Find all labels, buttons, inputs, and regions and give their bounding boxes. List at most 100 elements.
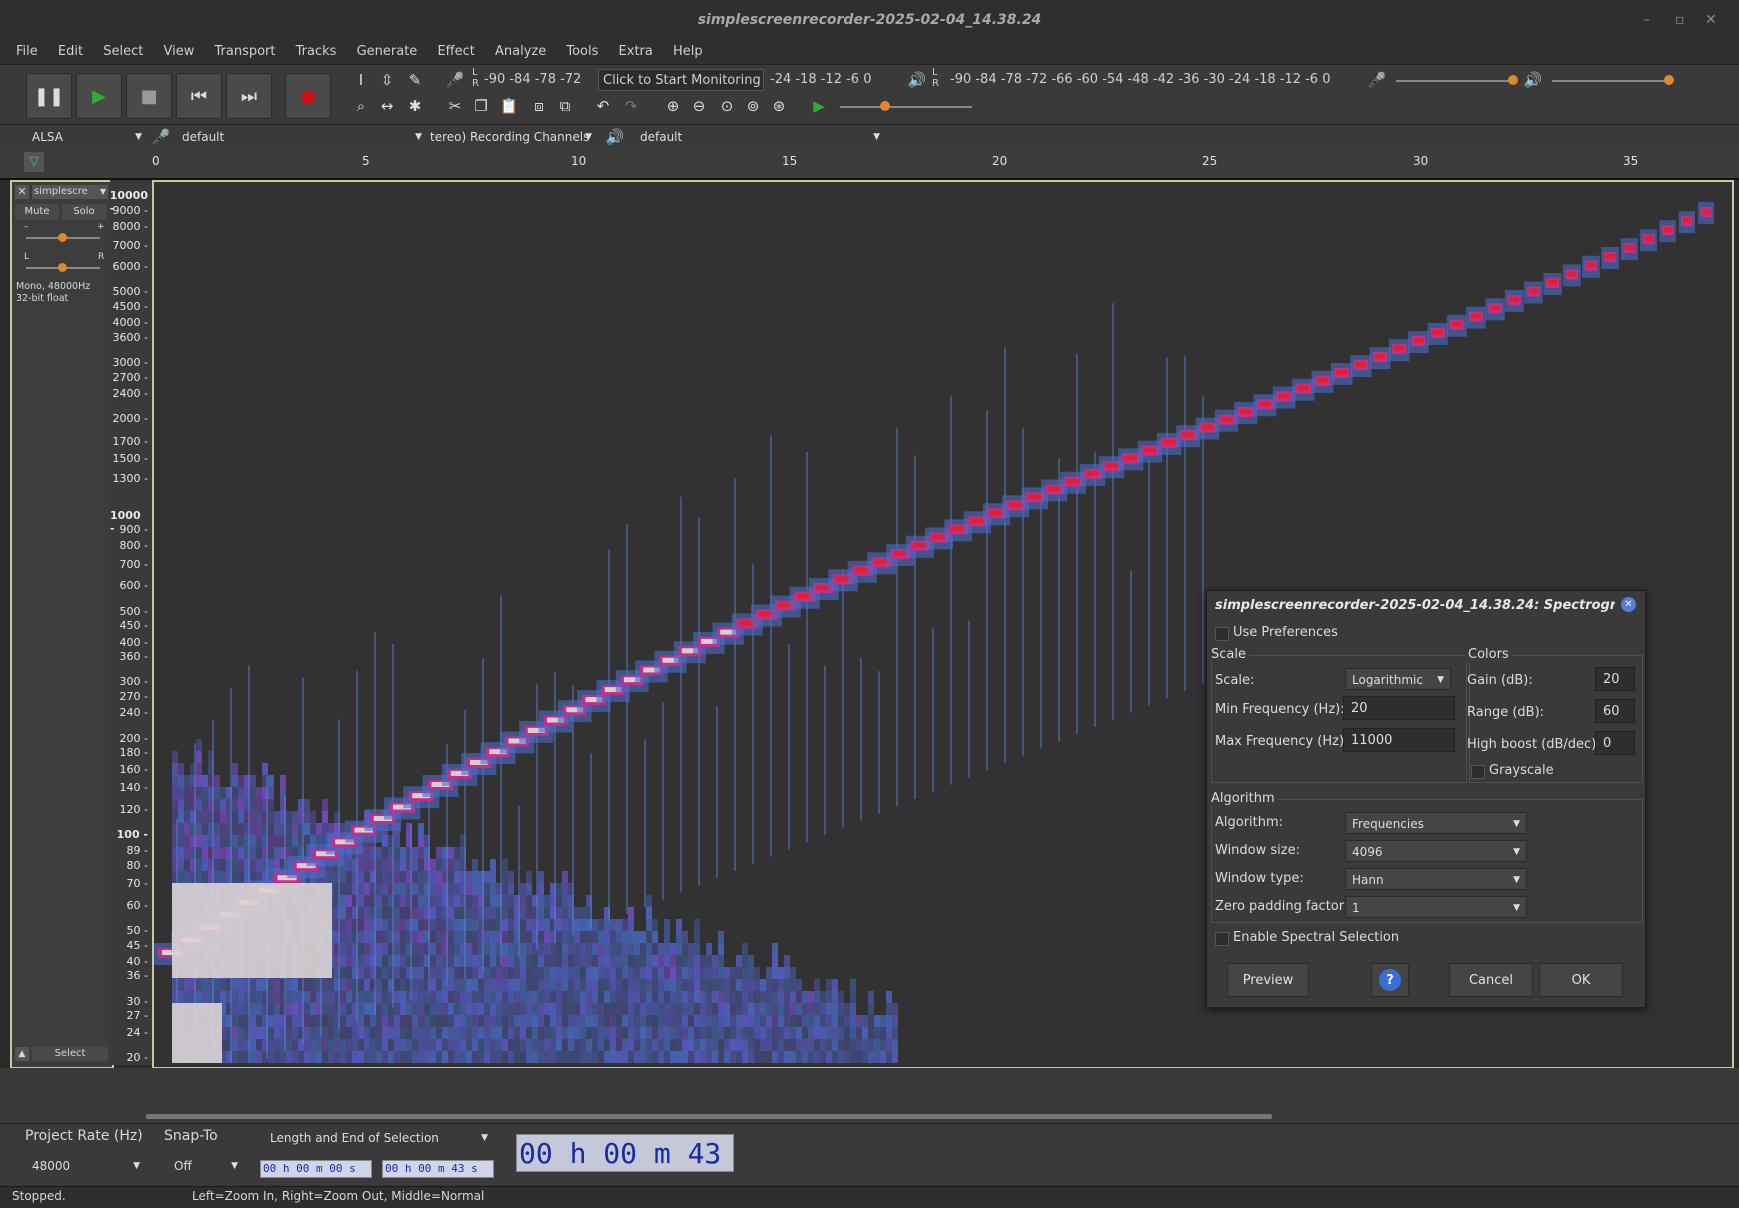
help-button[interactable]: ? bbox=[1371, 963, 1409, 997]
menu-select[interactable]: Select bbox=[103, 40, 143, 64]
record-volume-slider[interactable] bbox=[1396, 80, 1514, 82]
pause-button[interactable]: ❚❚ bbox=[26, 73, 72, 119]
frequency-tick: 9000 - bbox=[112, 203, 148, 217]
menu-generate[interactable]: Generate bbox=[357, 40, 418, 64]
track-menu-button[interactable]: simplescre ▼ bbox=[32, 185, 108, 199]
timeshift-tool-icon[interactable]: ↔ bbox=[376, 95, 398, 117]
timeline-ruler[interactable]: ▽ 0 5 10 15 20 25 30 35 bbox=[0, 148, 1739, 180]
play-button[interactable]: ▶ bbox=[76, 73, 122, 119]
frequency-tick: 140 - bbox=[119, 781, 148, 795]
menu-effect[interactable]: Effect bbox=[437, 40, 474, 64]
algorithm-select[interactable]: Frequencies ▼ bbox=[1345, 812, 1527, 834]
window-type-select[interactable]: Hann ▼ bbox=[1345, 868, 1527, 890]
menu-extra[interactable]: Extra bbox=[619, 40, 653, 64]
stop-button[interactable]: ■ bbox=[126, 73, 172, 119]
redo-icon[interactable]: ↷ bbox=[620, 95, 642, 117]
range-input[interactable]: 60 bbox=[1595, 699, 1635, 723]
playback-volume-slider[interactable] bbox=[1552, 80, 1670, 82]
copy-icon[interactable]: ❐ bbox=[470, 95, 492, 117]
close-track-icon[interactable]: ✕ bbox=[15, 185, 29, 199]
zoom-tool-icon[interactable]: ⌕ bbox=[350, 95, 372, 117]
fit-selection-icon[interactable]: ⊙ bbox=[716, 95, 738, 117]
horizontal-scrollbar[interactable] bbox=[146, 1114, 1272, 1119]
select-track-button[interactable]: Select bbox=[32, 1047, 108, 1061]
playback-device-value: default bbox=[640, 130, 683, 144]
menu-file[interactable]: File bbox=[16, 40, 38, 64]
menu-view[interactable]: View bbox=[163, 40, 194, 64]
dialog-close-icon[interactable]: ✕ bbox=[1621, 597, 1636, 612]
snap-to-label: Snap-To bbox=[164, 1128, 218, 1144]
frequency-tick: 120 - bbox=[119, 802, 148, 816]
play-at-speed-icon[interactable]: ▶ bbox=[808, 95, 830, 117]
menu-tracks[interactable]: Tracks bbox=[296, 40, 337, 64]
menu-tools[interactable]: Tools bbox=[566, 40, 598, 64]
playback-volume-thumb[interactable] bbox=[1664, 75, 1674, 85]
play-speed-slider[interactable] bbox=[840, 106, 972, 108]
playback-meter-speaker-icon[interactable]: 🔊 bbox=[906, 69, 928, 91]
trim-icon[interactable]: ⧈ bbox=[528, 95, 550, 117]
gain-input[interactable]: 20 bbox=[1595, 667, 1635, 691]
play-speed-thumb[interactable] bbox=[880, 101, 890, 111]
pan-slider-thumb[interactable] bbox=[58, 263, 67, 272]
ok-button[interactable]: OK bbox=[1539, 963, 1623, 997]
frequency-tick: 270 - bbox=[119, 690, 148, 704]
solo-button[interactable]: Solo bbox=[62, 204, 106, 220]
silence-icon[interactable]: ⧉ bbox=[554, 95, 576, 117]
record-volume-thumb[interactable] bbox=[1508, 75, 1518, 85]
recording-channels-select[interactable]: tereo) Recording Channels ▼ bbox=[430, 127, 596, 147]
zoom-toggle-icon[interactable]: ⊛ bbox=[768, 95, 790, 117]
grayscale-checkbox[interactable] bbox=[1471, 765, 1485, 779]
snap-to-select[interactable]: Off ▼ bbox=[168, 1156, 242, 1180]
draw-tool-icon[interactable]: ✎ bbox=[404, 69, 426, 91]
menu-transport[interactable]: Transport bbox=[214, 40, 275, 64]
restore-icon[interactable]: ▫ bbox=[1675, 12, 1685, 28]
mute-button[interactable]: Mute bbox=[15, 204, 59, 220]
zoom-in-icon[interactable]: ⊕ bbox=[662, 95, 684, 117]
window-size-select[interactable]: 4096 ▼ bbox=[1345, 840, 1527, 862]
selection-mode-select[interactable]: Length and End of Selection ▼ bbox=[264, 1128, 492, 1150]
selection-tool-icon[interactable]: I bbox=[350, 69, 372, 91]
cancel-button[interactable]: Cancel bbox=[1449, 963, 1533, 997]
menu-edit[interactable]: Edit bbox=[58, 40, 83, 64]
skip-to-start-button[interactable]: ⏮ bbox=[176, 73, 222, 119]
cut-icon[interactable]: ✂ bbox=[444, 95, 466, 117]
chevron-down-icon: ▼ bbox=[1437, 675, 1444, 685]
zero-padding-select[interactable]: 1 ▼ bbox=[1345, 896, 1527, 918]
frequency-tick: 20 - bbox=[126, 1051, 148, 1064]
multi-tool-icon[interactable]: ✱ bbox=[404, 95, 426, 117]
min-frequency-input[interactable]: 20 bbox=[1343, 696, 1455, 720]
playback-device-select[interactable]: default ▼ bbox=[634, 127, 884, 147]
gain-slider-thumb[interactable] bbox=[58, 233, 67, 242]
selection-mode-value: Length and End of Selection bbox=[270, 1131, 439, 1145]
skip-to-end-button[interactable]: ⏭ bbox=[226, 73, 272, 119]
pin-play-head-icon[interactable]: ▽ bbox=[24, 152, 44, 172]
recording-device-select[interactable]: default ▼ bbox=[176, 127, 426, 147]
preview-button[interactable]: Preview bbox=[1227, 963, 1309, 997]
frequency-tick: 400 - bbox=[119, 635, 148, 649]
zoom-out-icon[interactable]: ⊖ bbox=[688, 95, 710, 117]
spectral-selection-checkbox[interactable] bbox=[1215, 932, 1229, 946]
close-window-icon[interactable]: ✕ bbox=[1705, 12, 1717, 28]
selection-end-field[interactable]: 00 h 00 m 43 s bbox=[382, 1160, 494, 1178]
undo-icon[interactable]: ↶ bbox=[592, 95, 614, 117]
ruler-tick: 15 bbox=[782, 154, 798, 168]
envelope-tool-icon[interactable]: ⇳ bbox=[376, 69, 398, 91]
scale-select[interactable]: Logarithmic ▼ bbox=[1345, 668, 1451, 690]
record-meter-mic-icon[interactable]: 🎤 bbox=[444, 69, 466, 91]
start-monitoring-button[interactable]: Click to Start Monitoring bbox=[598, 69, 764, 91]
max-frequency-input[interactable]: 11000 bbox=[1343, 728, 1455, 752]
fit-project-icon[interactable]: ⊚ bbox=[742, 95, 764, 117]
menu-help[interactable]: Help bbox=[673, 40, 703, 64]
selection-length-field[interactable]: 00 h 00 m 00 s bbox=[260, 1160, 372, 1178]
frequency-tick: 70 - bbox=[126, 877, 148, 891]
use-preferences-checkbox[interactable] bbox=[1215, 627, 1229, 641]
high-boost-input[interactable]: 0 bbox=[1595, 731, 1635, 755]
project-rate-select[interactable]: 48000 ▼ bbox=[26, 1156, 144, 1180]
record-button[interactable]: ● bbox=[285, 73, 331, 119]
collapse-track-icon[interactable]: ▲ bbox=[15, 1047, 29, 1061]
paste-icon[interactable]: 📋 bbox=[498, 95, 520, 117]
audio-position-display[interactable]: 00 h 00 m 43 s bbox=[516, 1134, 734, 1172]
minimize-icon[interactable]: – bbox=[1643, 12, 1650, 28]
audio-host-select[interactable]: ALSA ▼ bbox=[26, 127, 146, 147]
menu-analyze[interactable]: Analyze bbox=[495, 40, 546, 64]
